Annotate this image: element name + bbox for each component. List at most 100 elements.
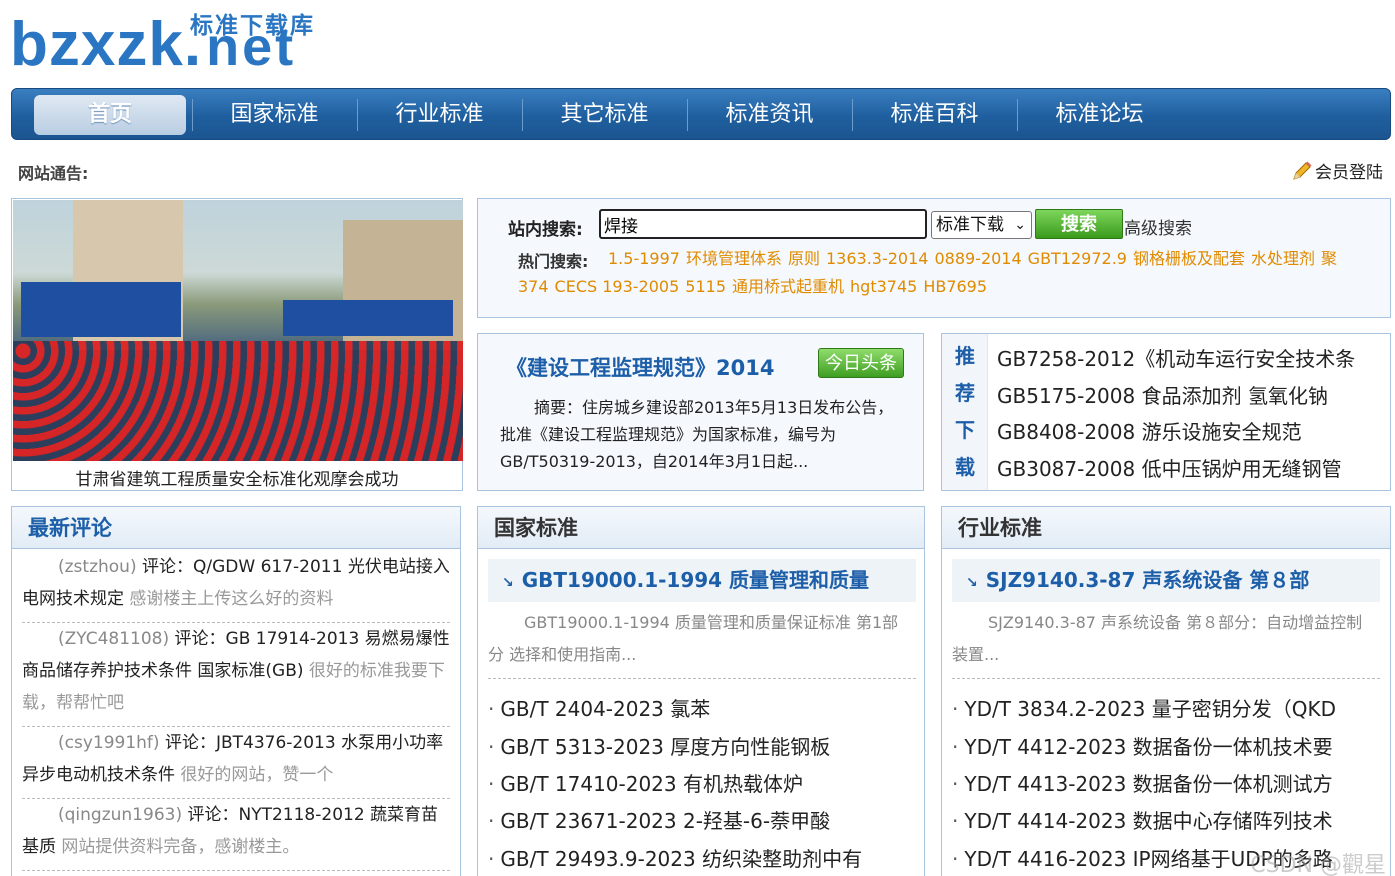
bullet-icon: · [952,847,959,871]
bullet-icon: · [952,809,959,833]
hot-search-term[interactable]: 原则 [788,249,820,268]
list-item[interactable]: · GB/T 5313-2023 厚度方向性能钢板 [488,731,918,760]
industry-featured-title[interactable]: ↘ SJZ9140.3-87 声系统设备 第８部 [952,559,1380,602]
site-logo[interactable]: bzxzk.net 标准下载库 [10,4,340,84]
industry-featured-summary: SJZ9140.3-87 声系统设备 第８部分：自动增益控制装置... [952,613,1363,664]
comment-user[interactable]: (zstzhou) [58,557,137,577]
recommended-label: 推 荐 下 载 [942,334,988,490]
search-label: 站内搜索: [508,220,583,240]
list-item[interactable]: · YD/T 3834.2-2023 量子密钥分发（QKD [952,693,1382,722]
comment-message: 很好的网站，赞一个 [180,765,334,785]
logo-subtitle: 标准下载库 [190,13,315,39]
nav-item-industry-standards[interactable]: 行业标准 [357,89,522,141]
recommended-label-char: 推 [955,344,975,368]
headline-summary: 摘要：住房城乡建设部2013年5月13日发布公告，批准《建设工程监理规范》为国家… [500,398,894,471]
recommended-label-char: 下 [955,418,975,442]
comment-item[interactable]: (ZYC481108) 评论：GB 17914-2013 易燃易爆性商品储存养护… [22,623,450,719]
hot-search-term[interactable]: GBT12972.9 [1028,249,1127,268]
hot-search-term[interactable]: 1.5-1997 [608,249,680,268]
list-item-label: GB/T 17410-2023 有机热载体炉 [500,772,803,796]
bullet-icon: · [488,847,495,871]
industry-standards-panel: 行业标准 ↘ SJZ9140.3-87 声系统设备 第８部 SJZ9140.3-8… [941,506,1391,876]
search-category-select[interactable]: 标准下载 ⌄ [931,211,1032,239]
list-item-label: YD/T 4412-2023 数据备份一体机技术要 [964,735,1333,759]
list-item[interactable]: · YD/T 4414-2023 数据中心存储阵列技术 [952,805,1382,834]
comment-user[interactable]: (qingzun1963) [58,805,182,825]
bullet-icon: · [952,735,959,759]
member-login-link[interactable]: 会员登陆 [1291,158,1383,183]
hot-search-term[interactable]: 0889-2014 [934,249,1021,268]
advanced-search-link[interactable]: 高级搜索 [1124,214,1192,239]
bullet-icon: · [952,697,959,721]
list-item[interactable]: · GB/T 29493.9-2023 纺织染整助剂中有 [488,843,918,872]
list-item-label: GB/T 29493.9-2023 纺织染整助剂中有 [500,847,863,871]
photo-crowd [13,341,463,461]
bullet-icon: · [488,735,495,759]
nav-item-standard-forum[interactable]: 标准论坛 [1017,89,1182,141]
main-nav: 首页 国家标准 行业标准 其它标准 标准资讯 标准百科 标准论坛 [11,88,1391,140]
comment-user[interactable]: (ZYC481108) [58,629,169,649]
headline-panel: 《建设工程监理规范》2014 今日头条 摘要：住房城乡建设部2013年5月13日… [477,333,924,491]
search-input[interactable] [599,209,927,239]
headline-title[interactable]: 《建设工程监理规范》2014 [506,352,774,382]
national-standards-panel: 国家标准 ↘ GBT19000.1-1994 质量管理和质量 GBT19000.1… [477,506,925,876]
search-category-value: 标准下载 [936,215,1004,235]
national-featured-summary: GBT19000.1-1994 质量管理和质量保证标准 第1部分 选择和使用指南… [488,613,899,664]
chevron-down-icon: ⌄ [1014,217,1026,233]
comment-message: 感谢楼主上传这么好的资料 [129,589,334,609]
nav-item-standard-wiki[interactable]: 标准百科 [852,89,1017,141]
comment-user[interactable]: (csy1991hf) [58,733,160,753]
arrow-down-right-icon: ↘ [502,575,514,591]
comment-item[interactable]: (qingzun1963) 评论：NYT2118-2012 蔬菜育苗基质 网站提… [22,799,450,863]
list-item[interactable]: · YD/T 4412-2023 数据备份一体机技术要 [952,731,1382,760]
recommended-item[interactable]: GB3087-2008 低中压锅炉用无缝钢管 [997,453,1387,482]
comment-item[interactable]: (csy1991hf) 评论：JBT4376-2013 水泵用小功率异步电动机技… [22,727,450,791]
hot-search-term[interactable]: 通用桥式起重机 [732,277,844,296]
nav-item-standard-news[interactable]: 标准资讯 [687,89,852,141]
hot-search-term[interactable]: hgt3745 [850,277,917,296]
nav-item-other-standards[interactable]: 其它标准 [522,89,687,141]
hot-search-term[interactable]: HB7695 [923,277,987,296]
recommended-downloads: 推 荐 下 载 GB7258-2012《机动车运行安全技术条 GB5175-20… [941,333,1391,491]
csdn-watermark: CSDN @觀星 [1250,853,1386,876]
hot-search-terms: 1.5-1997 环境管理体系 原则 1363.3-2014 0889-2014 GBT1… [518,245,1358,301]
recommended-item[interactable]: GB8408-2008 游乐设施安全规范 [997,416,1387,445]
latest-comments-title: 最新评论 [12,507,460,549]
national-featured-title-text: GBT19000.1-1994 质量管理和质量 [521,568,870,592]
divider [488,678,916,679]
featured-caption[interactable]: 甘肃省建筑工程质量安全标准化观摩会成功 [12,465,462,490]
pencil-icon [1291,160,1313,182]
hot-search-term[interactable]: 1363.3-2014 [826,249,928,268]
national-featured-title[interactable]: ↘ GBT19000.1-1994 质量管理和质量 [488,559,916,602]
nav-item-national-standards[interactable]: 国家标准 [192,89,357,141]
list-item-label: YD/T 4413-2023 数据备份一体机测试方 [964,772,1333,796]
site-notice-label: 网站通告: [18,164,89,183]
list-item[interactable]: · GB/T 17410-2023 有机热载体炉 [488,768,918,797]
hot-search-term[interactable]: 水处理剂 [1251,249,1315,268]
hot-search-term[interactable]: CECS 193-2005 [555,277,680,296]
featured-news[interactable]: 甘肃省建筑工程质量安全标准化观摩会成功 [11,198,463,491]
hot-search-term[interactable]: 环境管理体系 [686,249,782,268]
comment-item[interactable]: (zstzhou) 评论：Q/GDW 617-2011 光伏电站接入电网技术规定… [22,551,450,615]
hot-search-term[interactable]: 钢格栅板及配套 [1133,249,1245,268]
bullet-icon: · [488,809,495,833]
list-item[interactable]: · YD/T 4413-2023 数据备份一体机测试方 [952,768,1382,797]
recommended-item[interactable]: GB7258-2012《机动车运行安全技术条 [997,343,1387,372]
latest-comments-panel: 最新评论 (zstzhou) 评论：Q/GDW 617-2011 光伏电站接入电… [11,506,461,876]
hot-search-term[interactable]: 5115 [685,277,726,296]
list-item[interactable]: · GB/T 23671-2023 2-羟基-6-萘甲酸 [488,805,918,834]
list-item-label: GB/T 2404-2023 氯苯 [500,697,711,721]
member-login-label: 会员登陆 [1315,163,1383,183]
list-item-label: GB/T 23671-2023 2-羟基-6-萘甲酸 [500,809,831,833]
national-standards-title: 国家标准 [478,507,924,549]
arrow-down-right-icon: ↘ [966,575,978,591]
featured-photo[interactable] [13,200,463,461]
photo-banner [283,300,453,336]
industry-standards-title: 行业标准 [942,507,1390,549]
list-item[interactable]: · GB/T 2404-2023 氯苯 [488,693,918,722]
nav-item-home[interactable]: 首页 [34,95,186,135]
search-button[interactable]: 搜索 [1035,209,1123,239]
recommended-item[interactable]: GB5175-2008 食品添加剂 氢氧化钠 [997,380,1387,409]
hot-search-term[interactable]: 聚 [1321,249,1337,268]
hot-search-term[interactable]: 374 [518,277,549,296]
